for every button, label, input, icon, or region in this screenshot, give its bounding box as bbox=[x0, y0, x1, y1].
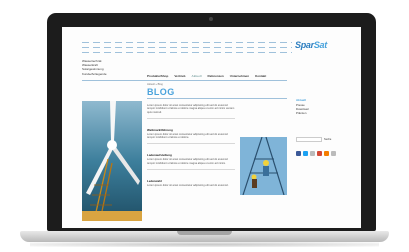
post-divider bbox=[147, 169, 235, 171]
blog-posts: Lorem ipsum dolor sit amet consectetur a… bbox=[147, 103, 235, 196]
blog-post: Lorem ipsum dolor sit amet consectetur a… bbox=[147, 104, 235, 119]
post-excerpt: Lorem ipsum dolor sit amet consectetur a… bbox=[147, 104, 235, 114]
nav-divider bbox=[82, 80, 287, 81]
post-title[interactable]: Lederwahl bbox=[147, 179, 235, 183]
laptop-screen: SparSat Wassertechnik Wasserkraft Solarg… bbox=[62, 27, 361, 228]
main-nav: Produkte/Shop Vertrieb Aktuell Referenze… bbox=[147, 72, 287, 80]
search-button[interactable]: Suche bbox=[324, 138, 331, 141]
share-icon[interactable] bbox=[310, 151, 315, 157]
twitter-icon[interactable] bbox=[303, 151, 308, 157]
post-excerpt: Lorem ipsum dolor sit amet consectetur a… bbox=[147, 132, 228, 140]
site-logo[interactable]: SparSat bbox=[295, 40, 327, 50]
laptop-base bbox=[20, 231, 389, 242]
sidebar: Aktuell Presse Download Prämien Suche bbox=[296, 98, 341, 157]
nav-item-vertrieb[interactable]: Vertrieb bbox=[174, 74, 185, 78]
social-icons bbox=[296, 151, 341, 157]
laptop-notch bbox=[177, 231, 232, 235]
logo-prefix: Spar bbox=[295, 40, 314, 50]
header-dash-line bbox=[82, 52, 292, 53]
laptop-shadow bbox=[30, 242, 379, 247]
top-menu: Wassertechnik Wasserkraft Solargewinnung… bbox=[82, 59, 142, 76]
facebook-icon[interactable] bbox=[296, 151, 301, 157]
logo-suffix: Sat bbox=[313, 40, 327, 50]
post-divider bbox=[147, 117, 235, 119]
nav-item-aktuell[interactable]: Aktuell bbox=[192, 74, 202, 78]
nav-item-unternehmen[interactable]: Unternehmen bbox=[230, 74, 249, 78]
blog-post: Lederwahl Lorem ipsum dolor sit amet con… bbox=[147, 179, 235, 187]
rss-icon[interactable] bbox=[324, 151, 329, 157]
post-title[interactable]: Weltmarktführung bbox=[147, 128, 235, 132]
nav-item-referenzen[interactable]: Referenzen bbox=[208, 74, 224, 78]
post-divider bbox=[147, 143, 235, 145]
wind-turbine-photo bbox=[82, 101, 142, 221]
sidebar-title: Aktuell bbox=[296, 98, 307, 102]
breadcrumb[interactable]: Aktuell » Blog bbox=[147, 83, 163, 86]
technicians-photo bbox=[240, 137, 287, 195]
title-divider bbox=[147, 98, 287, 99]
header-dash-line bbox=[82, 42, 292, 43]
post-excerpt: Lorem ipsum dolor sit amet consectetur a… bbox=[147, 184, 229, 188]
search-input[interactable] bbox=[296, 137, 322, 143]
google-plus-icon[interactable] bbox=[317, 151, 322, 157]
blog-post: Weltmarktführung Lorem ipsum dolor sit a… bbox=[147, 128, 235, 145]
nav-item-kontakt[interactable]: Kontakt bbox=[255, 74, 266, 78]
post-title[interactable]: Ladenaufstellung bbox=[147, 153, 235, 157]
blog-post: Ladenaufstellung Lorem ipsum dolor sit a… bbox=[147, 153, 235, 171]
laptop-lid: SparSat Wassertechnik Wasserkraft Solarg… bbox=[47, 13, 376, 231]
nav-item-produkte[interactable]: Produkte/Shop bbox=[147, 74, 168, 78]
sidebar-item-praemien[interactable]: Prämien bbox=[296, 111, 341, 116]
header-dash-line bbox=[82, 47, 292, 48]
top-menu-item[interactable]: Kunde/Anliegende bbox=[82, 72, 142, 76]
email-icon[interactable] bbox=[331, 151, 336, 157]
camera-icon bbox=[209, 17, 213, 21]
page-title: BLOG bbox=[147, 87, 175, 97]
post-excerpt: Lorem ipsum dolor sit amet consectetur a… bbox=[147, 158, 228, 165]
sidebar-search: Suche bbox=[296, 137, 341, 143]
